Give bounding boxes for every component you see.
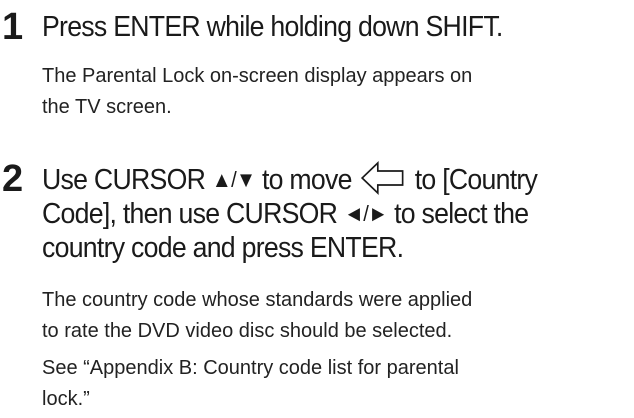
description-line: The Parental Lock on-screen display appe… [42,65,473,87]
step-heading: Press ENTER while holding down SHIFT. [42,11,503,43]
description-line: lock.” [42,388,90,410]
description-line: the TV screen. [42,96,172,118]
heading-line: country code and press ENTER. [42,232,404,264]
left-pointer-arrow-icon [360,161,404,195]
heading-line: Use CURSOR ▲/▼ to move to [Country [42,161,585,197]
step-heading: Use CURSOR ▲/▼ to move to [Country Code]… [42,161,585,265]
step-number: 1 [2,6,23,48]
description-line: See “Appendix B: Country code list for p… [42,357,459,379]
heading-line: Code], then use CURSOR ◄/► to select the [42,198,529,230]
description-line: to rate the DVD video disc should be sel… [42,320,453,342]
description-line: The country code whose standards were ap… [42,289,473,311]
left-right-arrow-symbols: ◄/► [343,201,388,226]
up-down-arrow-symbols: ▲/▼ [211,167,256,192]
step-description: The country code whose standards were ap… [42,285,632,415]
step-description: The Parental Lock on-screen display appe… [42,61,632,123]
step-number: 2 [2,158,23,200]
